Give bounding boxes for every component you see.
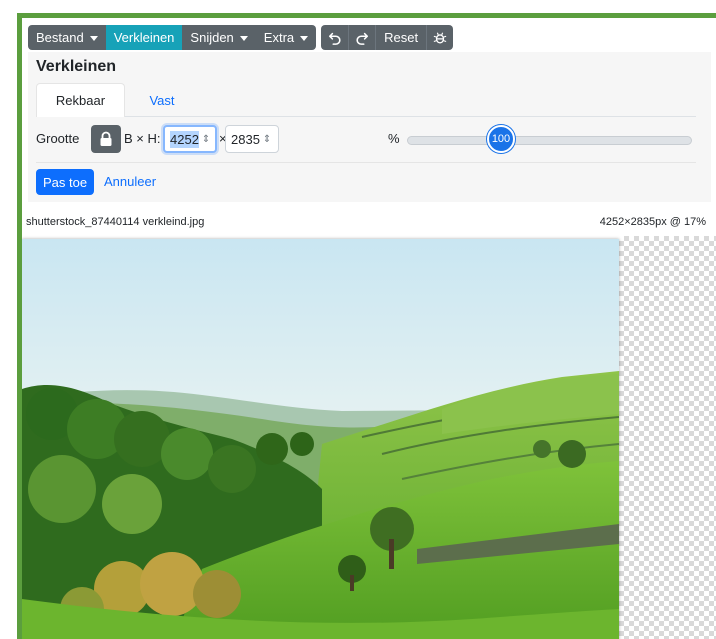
crop-menu-label: Snijden — [190, 30, 234, 45]
file-menu-button[interactable]: Bestand — [28, 25, 106, 50]
redo-icon — [356, 32, 369, 45]
height-input[interactable]: 2835 ⇕ — [225, 125, 279, 153]
percent-label: % — [388, 131, 400, 146]
app-frame: Bestand Verkleinen Snijden Extra Reset V… — [17, 13, 716, 639]
lock-icon — [100, 131, 112, 146]
resize-panel: Verkleinen Rekbaar Vast Grootte B × H: 4… — [28, 52, 711, 202]
panel-title: Verkleinen — [36, 58, 117, 75]
transparency-checkerboard — [619, 236, 716, 639]
height-value: 2835 — [231, 131, 260, 147]
percent-slider-thumb[interactable]: 100 — [487, 125, 515, 153]
cancel-link[interactable]: Annuleer — [104, 174, 156, 189]
file-menu-label: Bestand — [36, 30, 84, 45]
size-label: Grootte — [36, 131, 80, 146]
reset-button[interactable]: Reset — [375, 25, 427, 50]
landscape-photo[interactable] — [22, 239, 619, 639]
image-filename: shutterstock_87440114 verkleind.jpg — [26, 216, 205, 228]
resize-button[interactable]: Verkleinen — [105, 25, 183, 50]
chevron-down-icon — [239, 35, 248, 41]
percent-slider-track[interactable] — [407, 136, 692, 145]
extra-menu-label: Extra — [263, 30, 295, 45]
width-input[interactable]: 4252 ⇕ — [163, 125, 217, 153]
resize-label: Verkleinen — [113, 30, 175, 45]
resize-mode-tabs: Rekbaar Vast — [36, 83, 696, 117]
toolbar: Bestand Verkleinen Snijden Extra Reset — [28, 25, 454, 50]
crop-menu-button[interactable]: Snijden — [182, 25, 256, 50]
spinner-icon[interactable]: ⇕ — [202, 134, 210, 145]
image-info-bar: shutterstock_87440114 verkleind.jpg 4252… — [26, 214, 706, 234]
chevron-down-icon — [89, 35, 98, 41]
landscape-image — [22, 239, 619, 639]
reset-label: Reset — [384, 30, 419, 45]
width-value: 4252 — [170, 130, 199, 148]
dimension-label: B × H: — [124, 131, 161, 146]
tab-rekbaar[interactable]: Rekbaar — [36, 83, 125, 117]
aspect-lock-button[interactable] — [91, 125, 121, 153]
divider — [36, 162, 696, 163]
debug-button[interactable] — [426, 25, 454, 50]
undo-button[interactable] — [321, 25, 349, 50]
bug-icon — [433, 32, 447, 43]
main-menu-group: Bestand Verkleinen Snijden Extra — [28, 25, 317, 50]
image-canvas[interactable] — [22, 236, 716, 639]
extra-menu-button[interactable]: Extra — [255, 25, 317, 50]
size-row: Grootte B × H: 4252 ⇕ × 2835 ⇕ % 100 — [36, 124, 696, 154]
chevron-down-icon — [300, 35, 309, 41]
tab-vast[interactable]: Vast — [132, 83, 192, 117]
image-dimensions-zoom: 4252×2835px @ 17% — [599, 216, 706, 228]
spinner-icon[interactable]: ⇕ — [263, 134, 271, 145]
apply-button[interactable]: Pas toe — [36, 169, 95, 195]
undo-icon — [328, 32, 341, 45]
redo-button[interactable] — [348, 25, 376, 50]
history-group: Reset — [321, 25, 454, 50]
